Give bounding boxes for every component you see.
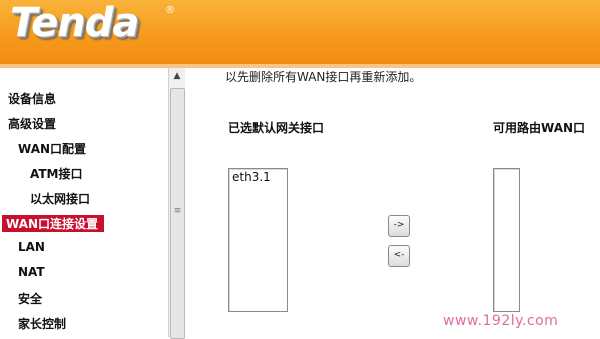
sidebar-scrollbar[interactable]: ▲ ≡ xyxy=(168,68,185,339)
sidebar-item-nat[interactable]: NAT xyxy=(18,265,45,279)
sidebar-item-parental-control[interactable]: 家长控制 xyxy=(18,315,66,332)
move-right-button[interactable]: -> xyxy=(388,215,410,237)
move-left-button[interactable]: <- xyxy=(388,245,410,267)
sidebar-item-wan-connection-settings[interactable]: WAN口连接设置 xyxy=(2,215,105,232)
instruction-note: 以先删除所有WAN接口再重新添加。 xyxy=(225,70,422,84)
sidebar-item-lan[interactable]: LAN xyxy=(18,240,45,254)
sidebar-nav: 设备信息 高级设置 WAN口配置 ATM接口 以太网接口 WAN口连接设置 LA… xyxy=(0,68,169,337)
tenda-logo: Tenda xyxy=(10,0,139,46)
available-wan-label: 可用路由WAN口 xyxy=(493,121,586,135)
sidebar-item-wan-config[interactable]: WAN口配置 xyxy=(18,140,86,157)
scroll-grip-icon: ≡ xyxy=(173,206,182,216)
sidebar-item-security[interactable]: 安全 xyxy=(18,290,42,307)
selected-gateway-label: 已选默认网关接口 xyxy=(228,121,325,135)
main-content: 以先删除所有WAN接口再重新添加。 已选默认网关接口 可用路由WAN口 eth3… xyxy=(185,68,600,337)
watermark-text: www.192ly.com xyxy=(443,313,559,329)
sidebar-item-ethernet-interface[interactable]: 以太网接口 xyxy=(30,190,90,207)
sidebar-item-device-info[interactable]: 设备信息 xyxy=(8,90,56,107)
available-wan-listbox[interactable] xyxy=(493,168,520,312)
scroll-up-arrow-icon[interactable]: ▲ xyxy=(169,68,185,84)
sidebar-item-atm-interface[interactable]: ATM接口 xyxy=(30,165,82,182)
scroll-thumb[interactable]: ≡ xyxy=(170,88,185,339)
sidebar-item-advanced-settings[interactable]: 高级设置 xyxy=(8,115,56,132)
header-banner: Tenda ® xyxy=(0,0,600,68)
registered-mark: ® xyxy=(165,5,175,16)
list-item[interactable]: eth3.1 xyxy=(232,170,271,184)
selected-gateway-listbox[interactable]: eth3.1 xyxy=(228,168,288,312)
